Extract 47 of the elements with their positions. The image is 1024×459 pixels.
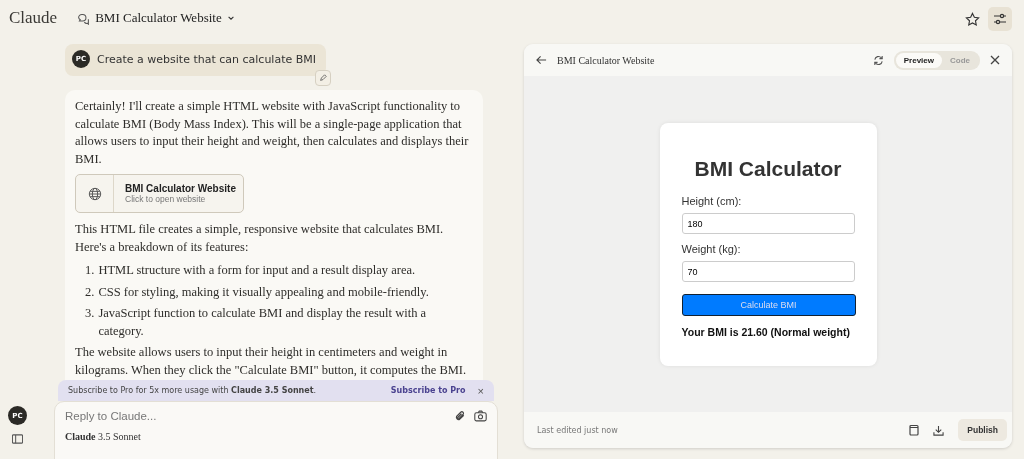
globe-icon <box>87 186 102 201</box>
message-paragraph: The website allows users to input their height in centimeters and weight in kilograms. When they click the "Calculate BMI" button, it computes the BMI. <box>75 344 468 379</box>
download-icon[interactable] <box>933 424 945 436</box>
list-number: 3. <box>85 305 95 322</box>
app-logo[interactable]: Claude <box>9 8 58 28</box>
result-text: Your BMI is 21.60 (Normal weight) <box>681 326 851 338</box>
sliders-icon <box>993 13 1007 25</box>
star-icon[interactable] <box>965 11 980 27</box>
camera-icon <box>474 410 487 422</box>
list-item-text: CSS for styling, making it visually appealing and mobile-friendly. <box>98 283 429 301</box>
chevron-down-icon <box>226 14 235 22</box>
back-arrow-icon[interactable] <box>536 55 547 65</box>
field-label: Height (cm): <box>681 195 743 207</box>
banner-text: Subscribe to Pro for 5x more usage with Claude 3.5 Sonnet. <box>68 386 318 395</box>
settings-button[interactable] <box>988 7 1012 31</box>
panel-title: BMI Calculator Website <box>557 54 656 66</box>
close-button[interactable]: × <box>477 384 484 397</box>
message-paragraph: Certainly! I'll create a simple HTML website with JavaScript functionality to calculate BMI (Body Mass Index). This will be a single-page application that allows users to input their height and weight, then calculates and displays their BMI. <box>75 98 470 168</box>
sidebar-icon[interactable] <box>12 434 23 444</box>
last-edited-text: Last edited just now <box>537 425 619 435</box>
copy-icon[interactable] <box>909 424 920 436</box>
number-input[interactable]: 70 <box>681 261 855 282</box>
chat-bubbles-icon <box>77 11 91 25</box>
artifact-subtitle: Click to open website <box>125 194 206 204</box>
pencil-icon <box>319 74 327 82</box>
subscribe-link[interactable]: Subscribe to Pro <box>390 386 466 395</box>
publish-button[interactable]: Publish <box>958 419 1007 441</box>
close-icon[interactable] <box>990 55 1000 65</box>
model-selector[interactable]: Claude 3.5 Sonnet <box>65 431 141 442</box>
list-item-text: HTML structure with a form for input and a result display area. <box>98 262 416 279</box>
artifact-card[interactable]: BMI Calculator Website Click to open website <box>75 174 244 213</box>
conversation-title-menu[interactable]: BMI Calculator Website <box>77 10 235 26</box>
calculator-heading: BMI Calculator <box>693 157 843 181</box>
paperclip-icon <box>454 410 466 422</box>
reply-input[interactable]: Reply to Claude... <box>65 410 446 422</box>
user-message-text: Create a website that can calculate BMI <box>97 52 316 66</box>
camera-button[interactable] <box>474 410 487 422</box>
refresh-icon[interactable] <box>872 54 884 66</box>
attach-button[interactable] <box>454 410 466 422</box>
number-input[interactable]: 180 <box>681 213 855 234</box>
list-number: 2. <box>85 283 95 301</box>
view-tab[interactable]: Preview <box>895 52 942 68</box>
artifact-title: BMI Calculator Website <box>125 183 236 194</box>
list-item-text: JavaScript function to calculate BMI and display the result with a category. <box>98 305 428 340</box>
message-paragraph: This HTML file creates a simple, responsive website that calculates BMI. Here's a breakdown of its features: <box>75 221 445 256</box>
list-number: 1. <box>85 262 95 279</box>
field-label: Weight (kg): <box>681 243 742 255</box>
